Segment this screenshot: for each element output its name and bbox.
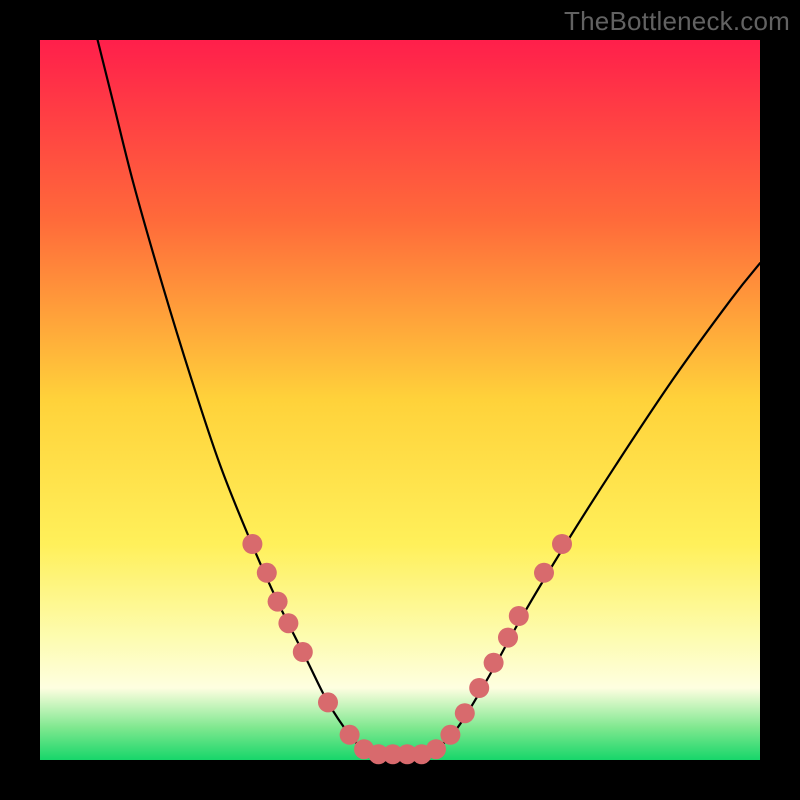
gradient-background (40, 40, 760, 760)
data-marker (426, 739, 446, 759)
data-marker (268, 592, 288, 612)
chart-frame: TheBottleneck.com (0, 0, 800, 800)
plot-border (0, 760, 800, 800)
data-marker (340, 725, 360, 745)
data-marker (484, 653, 504, 673)
data-marker (242, 534, 262, 554)
data-marker (257, 563, 277, 583)
bottleneck-plot (0, 0, 800, 800)
data-marker (534, 563, 554, 583)
data-marker (509, 606, 529, 626)
data-marker (455, 703, 475, 723)
data-marker (469, 678, 489, 698)
data-marker (552, 534, 572, 554)
plot-border (0, 0, 40, 800)
data-marker (440, 725, 460, 745)
data-marker (293, 642, 313, 662)
data-marker (498, 628, 518, 648)
plot-border (760, 0, 800, 800)
data-marker (278, 613, 298, 633)
data-marker (318, 692, 338, 712)
watermark-text: TheBottleneck.com (564, 6, 790, 37)
